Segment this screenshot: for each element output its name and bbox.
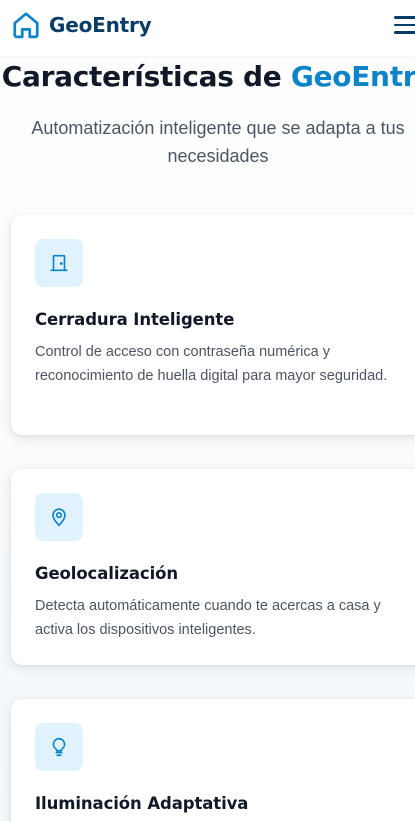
- home-icon: [13, 12, 39, 39]
- feature-card-adaptive-lighting: Iluminación Adaptativa: [11, 699, 415, 821]
- feature-icon-box: [35, 723, 83, 771]
- section-title-prefix: Características de: [1, 60, 282, 93]
- feature-card-geolocation: Geolocalización Detecta automáticamente …: [11, 469, 415, 665]
- section-subtitle: Automatización inteligente que se adapta…: [31, 118, 405, 166]
- section-title: Características de GeoEntry: [0, 60, 415, 93]
- brand-link[interactable]: GeoEntry: [11, 10, 152, 40]
- brand-name: GeoEntry: [49, 13, 152, 37]
- feature-icon-box: [35, 493, 83, 541]
- feature-title: Iluminación Adaptativa: [35, 794, 249, 813]
- feature-title: Cerradura Inteligente: [35, 310, 235, 329]
- location-pin-icon: [52, 508, 66, 527]
- section-title-accent: GeoEntry: [290, 60, 415, 93]
- lightbulb-icon: [52, 737, 66, 757]
- feature-icon-box: [35, 239, 83, 287]
- navbar: GeoEntry: [0, 0, 415, 56]
- feature-title: Geolocalización: [35, 564, 179, 583]
- feature-description: Detecta automáticamente cuando te acerca…: [35, 598, 381, 638]
- door-icon: [50, 254, 68, 272]
- hamburger-menu-icon[interactable]: [394, 16, 415, 38]
- feature-description: Control de acceso con contraseña numéric…: [35, 344, 388, 384]
- feature-card-smart-lock: Cerradura Inteligente Control de acceso …: [11, 215, 415, 435]
